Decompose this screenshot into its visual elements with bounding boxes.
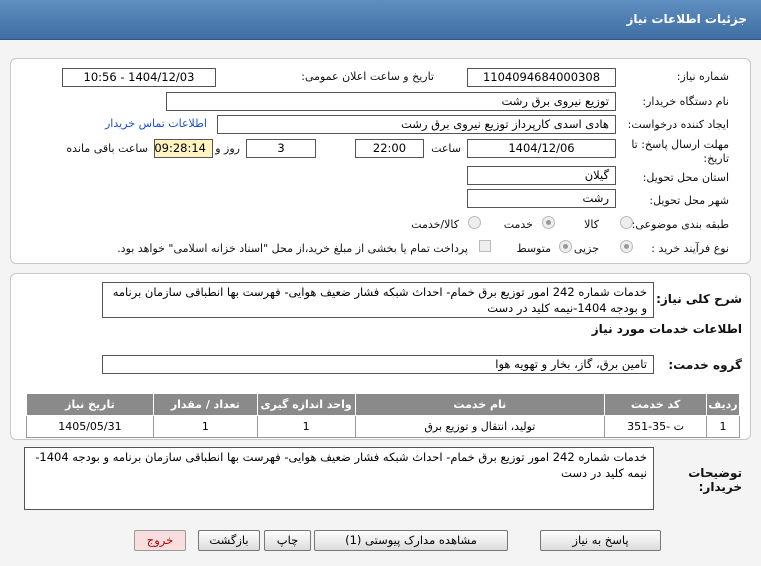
need-info-panel [10, 58, 751, 264]
need-number-label: شماره نیاز: [676, 70, 729, 83]
days-label: روز و [215, 142, 240, 155]
process-radio-minor[interactable] [620, 240, 633, 253]
deadline-label-2: تاریخ: [703, 152, 729, 165]
deadline-label: مهلت ارسال پاسخ: تا [631, 138, 729, 151]
buyer-notes-field: خدمات شماره 242 امور توزیع برق خمام- احد… [24, 447, 654, 510]
reply-button[interactable]: پاسخ به نیاز [540, 530, 661, 551]
deadline-date-field: 1404/12/06 [467, 139, 616, 158]
back-button[interactable]: بازگشت [198, 530, 260, 551]
process-option-minor: جزیی [573, 242, 599, 255]
city-field: رشت [467, 189, 616, 208]
deadline-time-field: 22:00 [355, 139, 424, 158]
col-header-quantity: تعداد / مقدار [152, 393, 258, 416]
province-field: گیلان [467, 166, 616, 185]
col-header-unit: واحد اندازه گیری [256, 393, 356, 416]
services-table: ردیف کد خدمت نام خدمت واحد اندازه گیری ت… [26, 393, 740, 438]
category-label: طبقه بندی موضوعی: [631, 218, 729, 231]
buyer-notes-label: توضیحات [688, 466, 742, 480]
service-group-field: تامین برق، گاز، بخار و تهویه هوا [102, 355, 654, 374]
col-header-need-date: تاریخ نیاز [26, 393, 154, 416]
announce-field: 1404/12/03 - 10:56 [62, 68, 216, 87]
contact-info-link[interactable]: اطلاعات تماس خریدار [105, 117, 207, 130]
service-name-cell: تولید، انتقال و توزیع برق [354, 415, 606, 438]
buyer-org-field: توزیع نیروی برق رشت [166, 92, 616, 111]
col-header-service-name: نام خدمت [354, 393, 606, 416]
unit-cell: 1 [256, 415, 356, 438]
quantity-cell: 1 [152, 415, 258, 438]
days-field: 3 [246, 139, 316, 158]
need-number-field: 1104094684000308 [467, 68, 616, 87]
category-radio-service[interactable] [542, 216, 555, 229]
buyer-org-label: نام دستگاه خریدار: [642, 95, 729, 108]
title-bar: جزئیات اطلاعات نیاز [0, 0, 761, 40]
window-title: جزئیات اطلاعات نیاز [626, 12, 747, 26]
province-label: استان محل تحویل: [642, 171, 729, 184]
payment-note: پرداخت تمام یا بخشی از مبلغ خرید،از محل … [117, 242, 468, 255]
payment-checkbox[interactable] [479, 240, 491, 252]
category-radio-goods[interactable] [620, 216, 633, 229]
category-radio-goods-service[interactable] [468, 216, 481, 229]
process-radio-medium[interactable] [559, 240, 572, 253]
category-option-service: خدمت [503, 218, 533, 231]
table-row: 1 ت -35-351 تولید، انتقال و توزیع برق 1 … [26, 415, 740, 438]
print-button[interactable]: چاپ [264, 530, 311, 551]
attachments-button[interactable]: مشاهده مدارک پیوستی (1) [314, 530, 508, 551]
service-code-cell: ت -35-351 [604, 415, 708, 438]
city-label: شهر محل تحویل: [649, 194, 729, 207]
buyer-notes-label-2: خریدار: [698, 480, 742, 494]
process-label: نوع فرآیند خرید : [651, 242, 729, 255]
creator-field: هادی اسدی کارپرداز توزیع نیروی برق رشت [217, 115, 616, 134]
deadline-time-label: ساعت [431, 142, 461, 155]
col-header-service-code: کد خدمت [604, 393, 708, 416]
services-header: اطلاعات خدمات مورد نیاز [591, 322, 742, 336]
category-option-goods-service: کالا/خدمت [411, 218, 459, 231]
general-desc-field: خدمات شماره 242 امور توزیع برق خمام- احد… [102, 282, 654, 318]
announce-label: تاریخ و ساعت اعلان عمومی: [301, 70, 434, 83]
general-desc-label: شرح کلی نیاز: [656, 292, 742, 306]
remaining-label: ساعت باقی مانده [66, 142, 148, 155]
table-header-row: ردیف کد خدمت نام خدمت واحد اندازه گیری ت… [26, 393, 740, 416]
exit-button[interactable]: خروج [134, 530, 186, 551]
row-number-cell: 1 [706, 415, 740, 438]
creator-label: ایجاد کننده درخواست: [627, 118, 729, 131]
remaining-time-field: 09:28:14 [154, 139, 213, 158]
category-option-goods: کالا [584, 218, 599, 231]
need-date-cell: 1405/05/31 [26, 415, 154, 438]
process-option-medium: متوسط [516, 242, 551, 255]
col-header-row-number: ردیف [706, 393, 740, 416]
service-group-label: گروه خدمت: [668, 358, 742, 372]
